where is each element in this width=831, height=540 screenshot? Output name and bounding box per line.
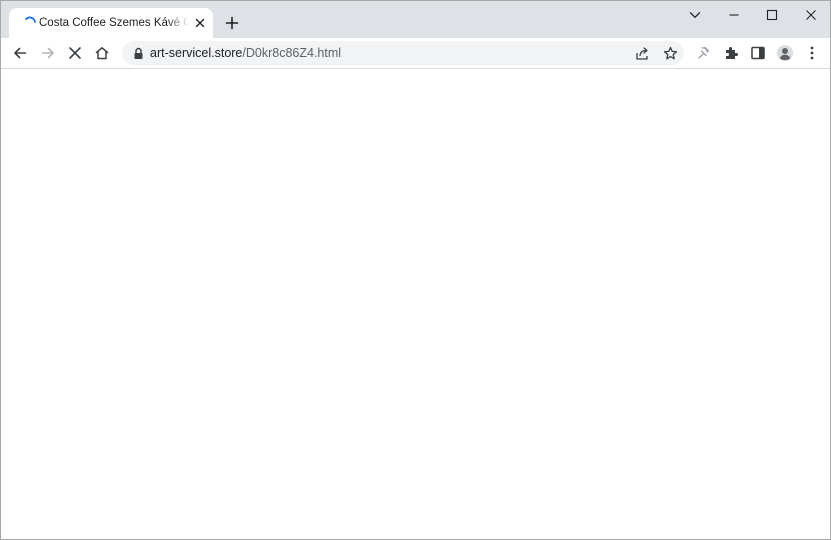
tab-strip: Costa Coffee Szemes Kávé One - [1, 1, 830, 38]
url-path: /D0kr8c86Z4.html [242, 46, 342, 60]
arrow-right-icon [41, 47, 54, 59]
tab-title: Costa Coffee Szemes Kávé One - [39, 17, 189, 29]
share-icon[interactable] [632, 43, 652, 63]
star-icon[interactable] [660, 43, 680, 63]
home-icon [95, 47, 109, 60]
maximize-button[interactable] [761, 4, 783, 26]
avatar-icon[interactable] [773, 41, 797, 65]
minimize-icon [729, 14, 739, 16]
kebab-menu-icon[interactable] [800, 41, 824, 65]
maximize-icon [766, 9, 778, 21]
close-icon [69, 47, 81, 59]
forward-button[interactable] [36, 41, 60, 65]
address-bar[interactable]: art-servicel.store/D0kr8c86Z4.html [122, 41, 684, 65]
minimize-button[interactable] [723, 4, 745, 26]
arrow-left-icon [14, 47, 27, 59]
toolbar: art-servicel.store/D0kr8c86Z4.html [1, 38, 830, 69]
close-window-button[interactable] [800, 4, 822, 26]
new-tab-button[interactable] [221, 12, 243, 34]
page-content[interactable] [1, 69, 830, 539]
puzzle-icon[interactable] [719, 41, 743, 65]
extension-off-icon[interactable] [692, 41, 716, 65]
loading-spinner-icon [23, 16, 37, 30]
active-tab[interactable]: Costa Coffee Szemes Kávé One - [9, 8, 213, 38]
home-button[interactable] [90, 41, 114, 65]
browser-window: Costa Coffee Szemes Kávé One - [0, 0, 831, 540]
url-text[interactable]: art-servicel.store/D0kr8c86Z4.html [150, 46, 341, 60]
back-button[interactable] [8, 41, 32, 65]
lock-icon[interactable] [131, 46, 145, 60]
side-panel-icon[interactable] [746, 41, 770, 65]
close-icon [806, 10, 816, 20]
tab-search-button[interactable] [684, 4, 706, 26]
stop-button[interactable] [63, 41, 87, 65]
chevron-down-icon [689, 12, 701, 18]
url-host: art-servicel.store [150, 46, 243, 60]
tab-close-icon[interactable] [192, 15, 208, 31]
plus-icon [225, 16, 239, 30]
